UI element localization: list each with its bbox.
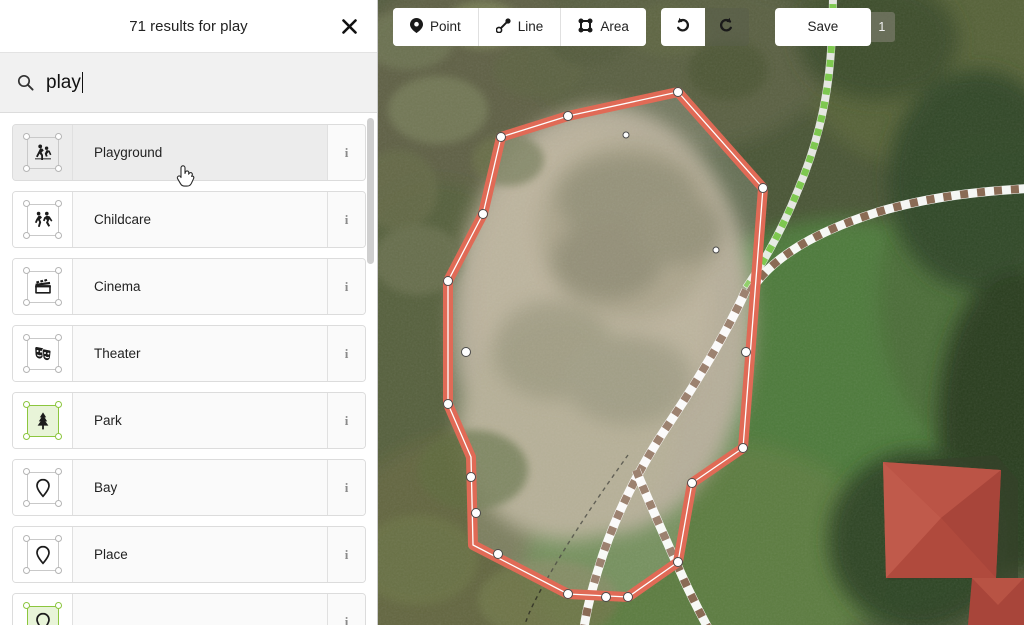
- preset-row-main[interactable]: Cinema: [13, 259, 327, 314]
- preset-info-button[interactable]: i: [327, 192, 365, 247]
- undo-button[interactable]: [660, 7, 705, 46]
- preset-row[interactable]: i: [12, 593, 366, 625]
- redo-arrow-icon: [718, 16, 735, 38]
- geometry-frame-icon: [23, 133, 63, 173]
- info-icon: i: [344, 546, 349, 562]
- results-count-title: 71 results for play: [129, 17, 248, 35]
- search-input[interactable]: play: [46, 72, 367, 94]
- preset-info-button[interactable]: i: [327, 527, 365, 582]
- preset-row-label: Playground: [94, 145, 163, 160]
- preset-row-main[interactable]: Theater: [13, 326, 327, 381]
- map-pin-icon: [410, 17, 423, 36]
- preset-info-button[interactable]: i: [327, 594, 365, 625]
- draw-point-label: Point: [430, 19, 461, 34]
- preset-search-sidebar: 71 results for play play Playground i Chil: [0, 0, 378, 625]
- preset-row-label: Bay: [94, 480, 118, 495]
- preset-row[interactable]: Playground i: [12, 124, 366, 181]
- preset-row-label: Park: [94, 413, 122, 428]
- info-icon: i: [344, 211, 349, 227]
- preset-row-label: Place: [94, 547, 128, 562]
- preset-row-label: Cinema: [94, 279, 141, 294]
- preset-row-label: Childcare: [94, 212, 152, 227]
- search-input-value: play: [46, 71, 81, 93]
- draw-mode-group: Point Line Area: [393, 7, 646, 46]
- geometry-frame-icon: [23, 535, 63, 575]
- sidebar-header: 71 results for play: [0, 0, 377, 53]
- tree-icon: [32, 410, 54, 432]
- preset-row-main[interactable]: Playground: [13, 125, 327, 180]
- draw-area-label: Area: [600, 19, 629, 34]
- playground-icon: [32, 142, 54, 164]
- info-icon: i: [344, 144, 349, 160]
- search-icon: [14, 72, 36, 94]
- preset-row[interactable]: Bay i: [12, 459, 366, 516]
- preset-row-main[interactable]: Park: [13, 393, 327, 448]
- text-caret: [81, 72, 83, 93]
- geometry-frame-icon: [23, 602, 63, 625]
- preset-row-main[interactable]: Bay: [13, 460, 327, 515]
- geometry-frame-icon: [23, 200, 63, 240]
- preset-icon-cell: [13, 125, 73, 180]
- geometry-frame-icon: [23, 401, 63, 441]
- preset-info-button[interactable]: i: [327, 326, 365, 381]
- geometry-frame-icon: [23, 468, 63, 508]
- undo-arrow-icon: [674, 16, 691, 38]
- redo-button[interactable]: [704, 7, 749, 46]
- info-icon: i: [344, 345, 349, 361]
- preset-search-bar[interactable]: play: [0, 53, 377, 113]
- theater-masks-icon: [32, 343, 54, 365]
- preset-row-main[interactable]: [13, 594, 327, 625]
- preset-icon-cell: [13, 259, 73, 314]
- preset-info-button[interactable]: i: [327, 460, 365, 515]
- preset-icon-cell: [13, 393, 73, 448]
- map-canvas[interactable]: [378, 0, 1024, 625]
- geometry-frame-icon: [23, 334, 63, 374]
- preset-info-button[interactable]: i: [327, 393, 365, 448]
- map-pin-icon: [32, 544, 54, 566]
- draw-line-button[interactable]: Line: [478, 7, 562, 46]
- map-pin-icon: [32, 611, 54, 625]
- preset-row-main[interactable]: Place: [13, 527, 327, 582]
- map-pin-icon: [32, 477, 54, 499]
- save-group: Save 1: [774, 7, 895, 46]
- info-icon: i: [344, 278, 349, 294]
- preset-icon-cell: [13, 460, 73, 515]
- preset-row[interactable]: Childcare i: [12, 191, 366, 248]
- draw-area-button[interactable]: Area: [561, 7, 646, 46]
- info-icon: i: [344, 613, 349, 625]
- preset-icon-cell: [13, 192, 73, 247]
- undo-redo-group: [660, 7, 749, 46]
- preset-info-button[interactable]: i: [327, 259, 365, 314]
- sidebar-scrollbar[interactable]: [366, 118, 375, 623]
- sidebar-scrollbar-thumb[interactable]: [367, 118, 374, 264]
- preset-row[interactable]: Theater i: [12, 325, 366, 382]
- geometry-frame-icon: [23, 267, 63, 307]
- save-count-badge: 1: [858, 11, 895, 42]
- close-icon[interactable]: [331, 8, 367, 44]
- aerial-imagery: [378, 0, 1024, 625]
- preset-row[interactable]: Cinema i: [12, 258, 366, 315]
- preset-results-list[interactable]: Playground i Childcare i Cinema i Theater i Park…: [0, 114, 377, 625]
- preset-row[interactable]: Place i: [12, 526, 366, 583]
- draw-point-button[interactable]: Point: [393, 7, 479, 46]
- preset-info-button[interactable]: i: [327, 125, 365, 180]
- line-icon: [495, 17, 511, 36]
- preset-icon-cell: [13, 527, 73, 582]
- area-icon: [578, 18, 593, 36]
- cinema-clapperboard-icon: [32, 276, 54, 298]
- info-icon: i: [344, 412, 349, 428]
- preset-icon-cell: [13, 326, 73, 381]
- childcare-icon: [32, 209, 54, 231]
- preset-icon-cell: [13, 594, 73, 625]
- draw-line-label: Line: [517, 19, 544, 34]
- id-editor-app: Point Line Area Save 1 71 results for pl…: [0, 0, 1024, 625]
- save-button[interactable]: Save: [774, 7, 871, 46]
- preset-row[interactable]: Park i: [12, 392, 366, 449]
- preset-row-label: Theater: [94, 346, 141, 361]
- preset-row-main[interactable]: Childcare: [13, 192, 327, 247]
- info-icon: i: [344, 479, 349, 495]
